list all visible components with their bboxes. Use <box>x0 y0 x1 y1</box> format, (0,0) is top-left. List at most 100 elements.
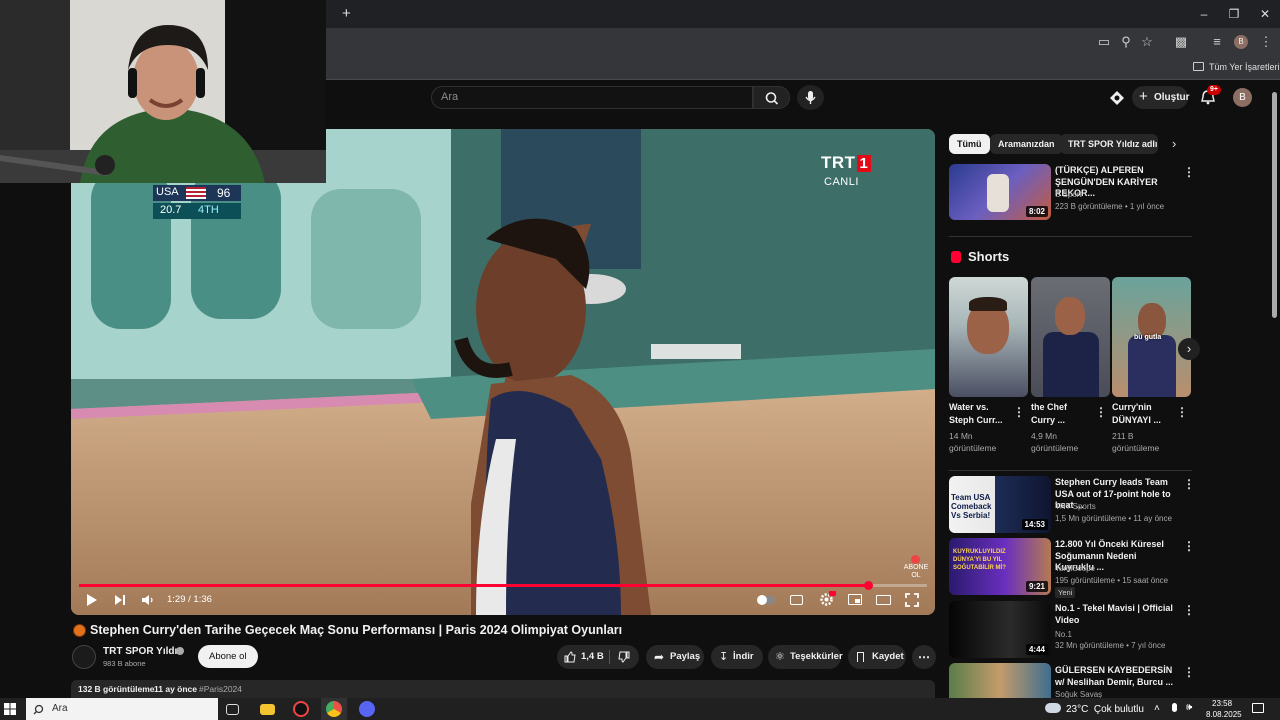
volume-icon[interactable] <box>141 593 155 607</box>
thanks-button[interactable]: ⚛ Teşekkürler <box>768 645 843 669</box>
page-scrollbar[interactable] <box>1272 92 1277 318</box>
taskbar-search-input[interactable]: Ara <box>26 698 218 720</box>
progress-bar[interactable] <box>79 581 927 590</box>
duration-badge: 14:53 <box>1021 519 1048 530</box>
star-icon[interactable]: ☆ <box>1139 34 1155 50</box>
chip-channel-uploads[interactable]: TRT SPOR Yıldız adlı yük <box>1060 134 1158 154</box>
share-button[interactable]: ➦ Paylaş <box>646 645 704 669</box>
minimize-icon[interactable]: – <box>1196 6 1212 22</box>
hashtag-link[interactable]: #Paris2024 <box>199 684 242 694</box>
profile-avatar[interactable]: B <box>1234 35 1248 49</box>
rec-menu-2[interactable]: ⋮ <box>1183 477 1195 491</box>
cast-to-tv-icon[interactable] <box>1109 90 1125 106</box>
theater-mode-icon[interactable] <box>876 595 891 605</box>
video-player[interactable]: USA 96 20.7 4TH TRT 1 CANLI ABONE OL 1:29… <box>71 129 935 615</box>
watermark-label: ABONE OL <box>903 564 929 579</box>
short-thumbnail-2[interactable] <box>1031 277 1110 397</box>
discord-icon[interactable] <box>359 701 375 717</box>
new-badge: Yeni <box>1055 587 1076 598</box>
task-view-icon[interactable] <box>226 704 239 715</box>
save-button[interactable]: Kaydet <box>848 645 906 669</box>
rec-channel-4[interactable]: No.1 <box>1055 629 1183 640</box>
all-bookmarks-link[interactable]: Tüm Yer İşaretleri <box>1209 62 1280 72</box>
short-thumbnail-1[interactable] <box>949 277 1028 397</box>
rec-menu-1[interactable]: ⋮ <box>1183 165 1195 179</box>
download-icon: ↧ <box>719 651 729 663</box>
chip-from-search[interactable]: Aramanızdan <box>990 134 1063 154</box>
autoplay-toggle[interactable] <box>757 595 775 605</box>
chip-all[interactable]: Tümü <box>949 134 990 154</box>
new-tab-button[interactable]: + <box>342 5 351 22</box>
rec-meta-4: 32 Mn görüntüleme • 7 yıl önce <box>1055 641 1166 650</box>
like-count[interactable]: 1,4 B <box>581 645 604 669</box>
like-icon[interactable] <box>564 651 576 663</box>
rec-thumbnail-1[interactable]: 8:02 <box>949 164 1051 220</box>
folder-icon <box>1193 62 1204 71</box>
next-icon[interactable] <box>113 593 127 607</box>
media-control-icon[interactable]: ≡ <box>1209 34 1225 50</box>
trt-channel-logo: TRT 1 <box>821 153 871 173</box>
rec-channel-2[interactable]: TNT Sports <box>1055 501 1183 512</box>
subscribe-button[interactable]: Abone ol <box>198 645 258 668</box>
fullscreen-icon[interactable] <box>905 593 919 607</box>
short-title-2[interactable]: the Chef Curry ... <box>1031 401 1091 427</box>
extensions-icon[interactable]: ▩ <box>1173 34 1189 50</box>
rec-channel-3[interactable]: TardiScope <box>1055 563 1183 574</box>
rec-menu-4[interactable]: ⋮ <box>1183 603 1195 617</box>
notifications-button[interactable]: 9+ <box>1199 85 1221 108</box>
restore-icon[interactable]: ❐ <box>1226 6 1242 22</box>
rec-title-4[interactable]: No.1 - Tekel Mavisi | Official Video <box>1055 603 1177 626</box>
zoom-icon[interactable]: ⚲ <box>1118 34 1134 50</box>
shorts-next-button[interactable]: › <box>1178 338 1200 360</box>
rec-thumbnail-3[interactable]: KUYRUKLUYILDIZ DÜNYA'YI BU YIL SOĞUTABİL… <box>949 538 1051 595</box>
clock-time[interactable]: 23:58 <box>1212 699 1232 708</box>
browser-menu-icon[interactable]: ⋮ <box>1258 34 1274 50</box>
short-menu-3[interactable]: ⋮ <box>1176 405 1188 419</box>
progress-scrubber[interactable] <box>863 581 873 590</box>
short-thumbnail-3[interactable]: bu gutla <box>1112 277 1191 397</box>
clock-date[interactable]: 8.08.2025 <box>1206 710 1242 719</box>
play-icon[interactable] <box>85 593 99 607</box>
channel-name[interactable]: TRT SPOR Yıldız <box>103 646 182 657</box>
description-box[interactable]: 132 B görüntüleme 11 ay önce #Paris2024 <box>71 680 935 698</box>
upload-age: 11 ay önce <box>154 684 198 694</box>
short-views-1: 14 Mn görüntüleme <box>949 431 997 453</box>
weather-text[interactable]: 23°C Çok bulutlu <box>1066 704 1144 715</box>
rec-title-5[interactable]: GÜLERSEN KAYBEDERSİN w/ Neslihan Demir, … <box>1055 665 1177 688</box>
rec-menu-3[interactable]: ⋮ <box>1183 539 1195 553</box>
rec-thumbnail-4[interactable]: 4:44 <box>949 601 1051 658</box>
app-icon[interactable] <box>293 701 309 717</box>
subtitles-icon[interactable] <box>790 595 803 605</box>
mic-tray-icon[interactable] <box>1172 703 1177 712</box>
tray-chevron-icon[interactable]: ˄ <box>1154 703 1160 714</box>
rec-menu-5[interactable]: ⋮ <box>1183 665 1195 679</box>
channel-avatar[interactable] <box>72 645 96 669</box>
close-window-icon[interactable]: ✕ <box>1257 6 1273 22</box>
short-face-2 <box>1055 297 1085 335</box>
notification-center-icon[interactable] <box>1252 703 1264 713</box>
search-input[interactable]: Ara <box>431 86 753 109</box>
rec-thumbnail-2[interactable]: Team USA Comeback Vs Serbia! 14:53 <box>949 476 1051 533</box>
short-title-3[interactable]: Curry'nin DÜNYAYI ... <box>1112 401 1172 427</box>
miniplayer-icon[interactable] <box>848 594 862 605</box>
windows-start-icon[interactable] <box>4 703 16 715</box>
file-explorer-icon[interactable] <box>260 704 275 715</box>
more-actions-button[interactable]: ⋯ <box>912 645 936 669</box>
chips-next-icon[interactable]: › <box>1172 136 1176 151</box>
dislike-icon[interactable] <box>618 651 630 663</box>
short-menu-2[interactable]: ⋮ <box>1095 405 1107 419</box>
rec-channel-1[interactable]: S Sport <box>1055 189 1183 200</box>
search-button[interactable] <box>753 86 790 109</box>
download-button[interactable]: ↧ İndir <box>711 645 763 669</box>
rec-thumbnail-5[interactable] <box>949 663 1051 698</box>
rec-meta-3: 195 görüntüleme • 15 saat önce <box>1055 576 1169 585</box>
cast-icon[interactable]: ▭ <box>1096 34 1112 50</box>
short-title-1[interactable]: Water vs. Steph Curr... <box>949 401 1009 427</box>
account-avatar[interactable]: B <box>1233 88 1252 107</box>
short-menu-1[interactable]: ⋮ <box>1013 405 1025 419</box>
create-button[interactable]: + Oluştur <box>1132 86 1190 109</box>
voice-search-button[interactable] <box>797 85 824 110</box>
speaker-tray-icon[interactable]: 🕪 <box>1186 702 1192 713</box>
rec-thumb-text-3: KUYRUKLUYILDIZ DÜNYA'YI BU YIL SOĞUTABİL… <box>953 549 1006 571</box>
notification-badge: 9+ <box>1207 85 1221 95</box>
